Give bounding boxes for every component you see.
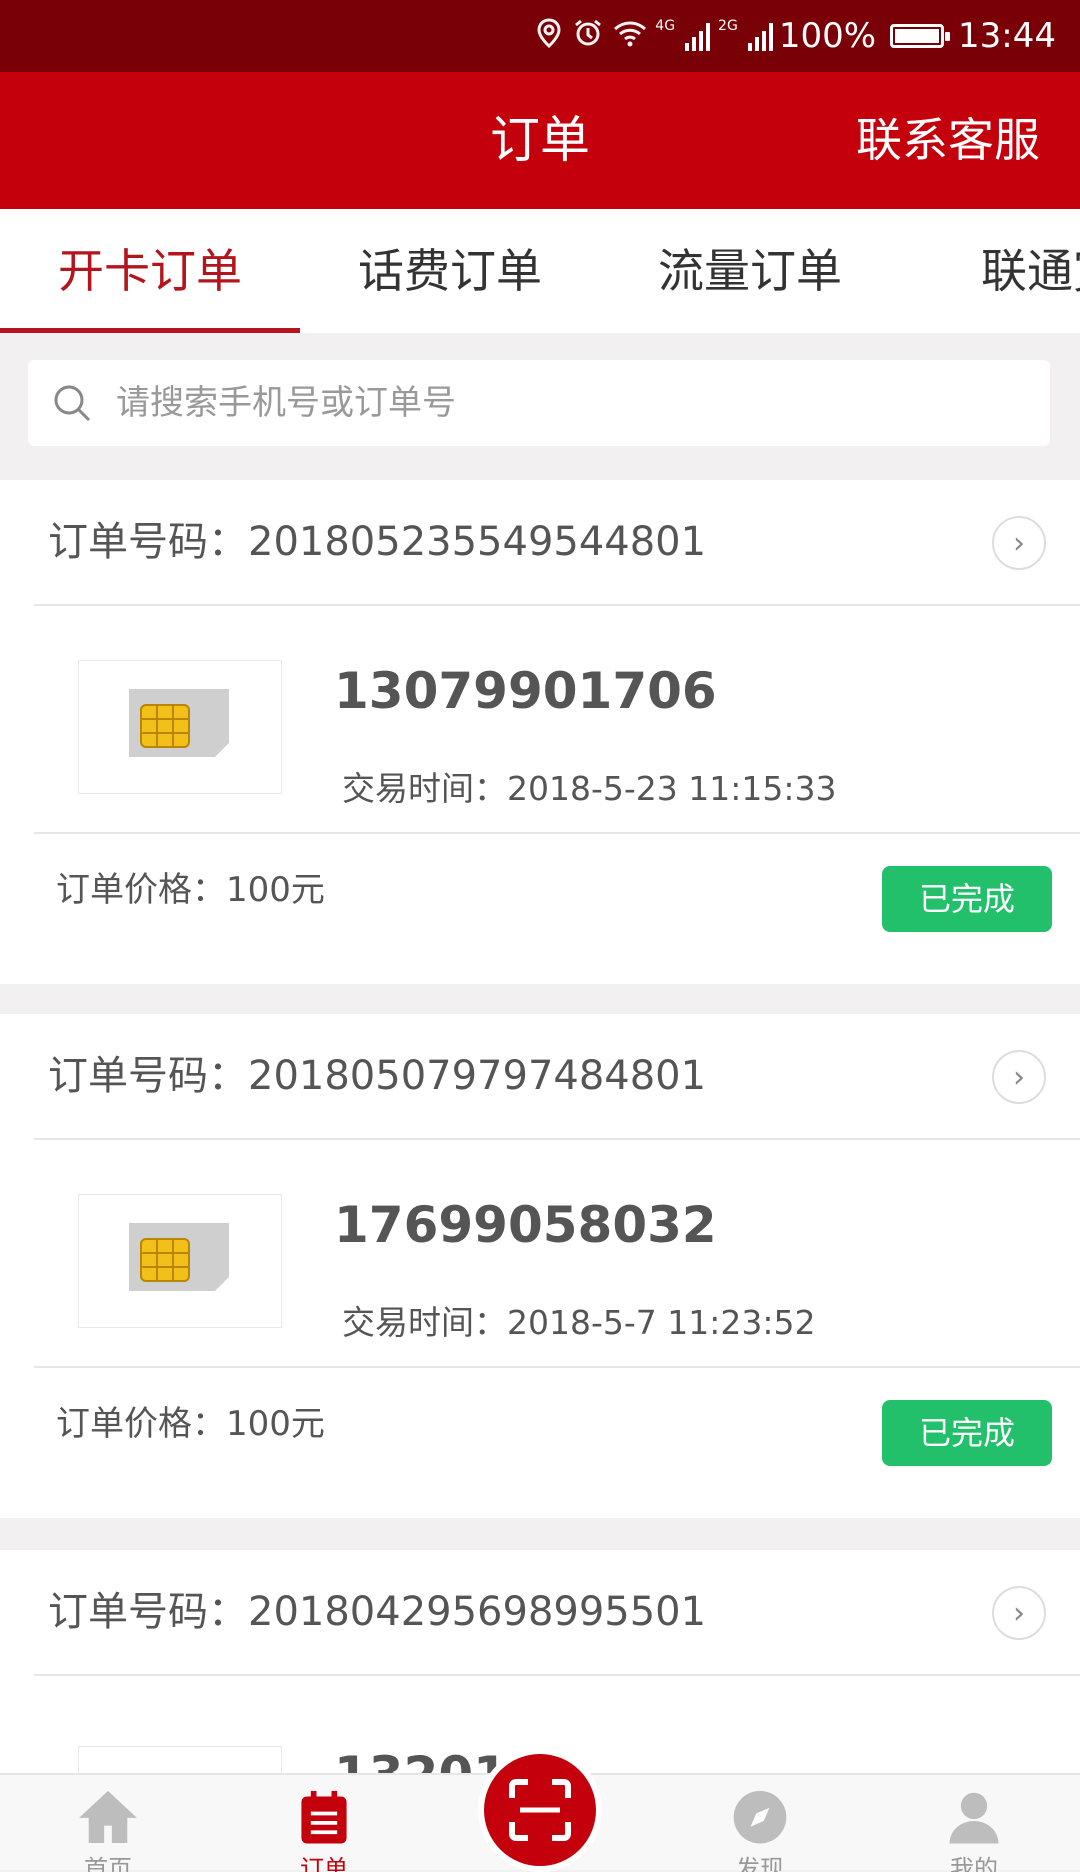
clock: 13:44	[958, 16, 1056, 56]
sim-card-image	[78, 1746, 282, 1773]
home-icon	[79, 1790, 137, 1843]
sim-card-image	[78, 1194, 282, 1328]
order-number: 订单号码：201805235549544801	[48, 519, 707, 565]
tab-data-orders[interactable]: 流量订单	[600, 209, 900, 333]
tabbar-profile[interactable]: 我的	[904, 1775, 1044, 1872]
order-number-row[interactable]: 订单号码：201804295698995501 ›	[0, 1550, 1080, 1674]
tabbar-label: 订单	[300, 1855, 348, 1872]
phone-number: 13201	[334, 1746, 508, 1773]
order-card: 订单号码：201804295698995501 › 13201	[0, 1550, 1080, 1773]
order-icon	[301, 1790, 347, 1844]
signal-icon	[685, 21, 711, 51]
sim-card-icon	[129, 689, 229, 757]
status-badge[interactable]: 已完成	[882, 866, 1052, 932]
chevron-right-icon[interactable]: ›	[992, 516, 1046, 570]
tabbar-label: 发现	[736, 1855, 784, 1872]
tab-broadband-orders[interactable]: 联通宽	[900, 209, 1080, 333]
contact-service-button[interactable]: 联系客服	[856, 72, 1040, 209]
order-card: 订单号码：201805235549544801 › 13079901706 交易…	[0, 480, 1080, 984]
network-type-2: 2G	[718, 18, 738, 34]
compass-icon	[733, 1790, 787, 1844]
order-type-tabs: 开卡订单 话费订单 流量订单 联通宽	[0, 209, 1080, 333]
divider	[34, 832, 1080, 834]
app-header: 订单 联系客服	[0, 72, 1080, 209]
divider	[34, 1674, 1080, 1676]
scan-button[interactable]	[478, 1748, 602, 1872]
phone-number: 13079901706	[334, 662, 717, 720]
battery-percent: 100%	[778, 16, 877, 56]
search-icon	[54, 385, 91, 422]
tabbar-orders[interactable]: 订单	[254, 1775, 394, 1872]
divider	[34, 1138, 1080, 1140]
alarm-icon	[573, 18, 603, 55]
order-number: 订单号码：201804295698995501	[48, 1589, 707, 1635]
tabbar-home[interactable]: 首页	[38, 1775, 178, 1872]
order-number-row[interactable]: 订单号码：201805235549544801 ›	[0, 480, 1080, 604]
order-price: 订单价格：100元	[56, 1404, 325, 1444]
status-badge[interactable]: 已完成	[882, 1400, 1052, 1466]
tab-card-orders[interactable]: 开卡订单	[0, 209, 300, 333]
tab-phone-bill-orders[interactable]: 话费订单	[300, 209, 600, 333]
sim-card-image	[78, 660, 282, 794]
wifi-icon	[613, 19, 647, 54]
tabbar-label: 首页	[84, 1854, 132, 1872]
divider	[34, 1366, 1080, 1368]
signal-icon	[747, 21, 773, 51]
battery-icon	[890, 24, 951, 48]
order-card: 订单号码：201805079797484801 › 17699058032 交易…	[0, 1014, 1080, 1518]
tabbar-discover[interactable]: 发现	[690, 1775, 830, 1872]
transaction-time: 交易时间：2018-5-7 11:23:52	[342, 1303, 816, 1342]
scan-icon	[509, 1779, 571, 1841]
search-bar	[28, 360, 1050, 446]
phone-number: 17699058032	[334, 1196, 717, 1254]
tabbar-label: 我的	[950, 1855, 998, 1872]
location-icon	[535, 17, 563, 55]
user-icon	[949, 1792, 999, 1844]
transaction-time: 交易时间：2018-5-23 11:15:33	[342, 769, 837, 808]
order-number-row[interactable]: 订单号码：201805079797484801 ›	[0, 1014, 1080, 1138]
order-number: 订单号码：201805079797484801	[48, 1053, 707, 1099]
chevron-right-icon[interactable]: ›	[992, 1586, 1046, 1640]
divider	[34, 604, 1080, 606]
status-bar: 4G 2G 100% 13:44	[0, 0, 1080, 72]
search-input[interactable]	[114, 382, 998, 424]
network-type-1: 4G	[655, 18, 676, 34]
order-price: 订单价格：100元	[56, 870, 325, 910]
sim-card-icon	[129, 1223, 229, 1291]
chevron-right-icon[interactable]: ›	[992, 1050, 1046, 1104]
